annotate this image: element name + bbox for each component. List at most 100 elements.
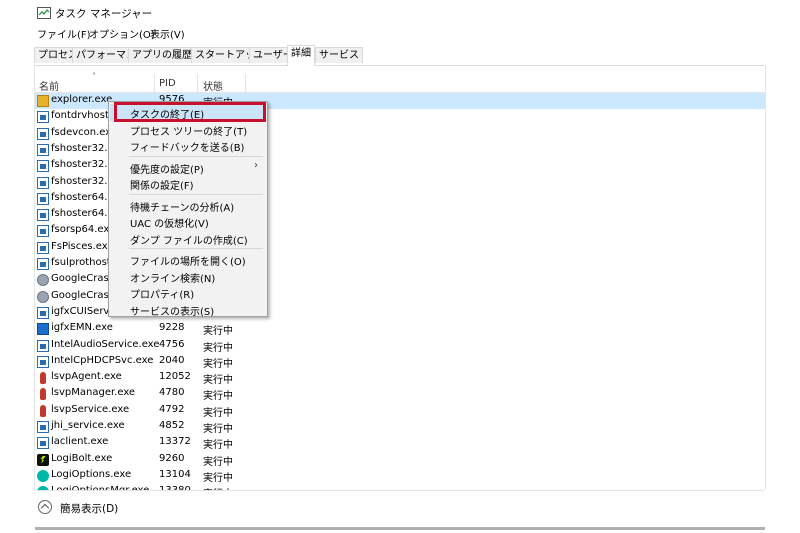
window-icon [37, 192, 49, 205]
process-name: explorer.exe [51, 94, 113, 105]
process-pid: 2040 [159, 354, 185, 366]
table-row[interactable]: lsvpAgent.exe 12052 実行中 [35, 370, 765, 386]
process-name: LogiBolt.exe [51, 452, 113, 464]
process-status: 実行中 [203, 375, 233, 387]
window-title: タスク マネージャー [55, 8, 153, 20]
context-menu-item[interactable]: 優先度の設定(P) › [110, 159, 266, 176]
context-menu-item[interactable]: オンライン検索(N) [110, 268, 266, 285]
gear-icon [37, 290, 49, 303]
title-bar: タスク マネージャー [0, 0, 800, 26]
context-menu-item-label: 優先度の設定(P) [130, 164, 204, 176]
fewer-details-button[interactable]: 簡易表示(D) [60, 501, 118, 516]
process-name: laclient.exe [51, 436, 109, 448]
window-icon [37, 127, 49, 140]
table-row[interactable]: jhi_service.exe 4852 実行中 [35, 419, 765, 435]
context-menu-item[interactable]: ダンプ ファイルの作成(C) [110, 230, 266, 247]
context-menu-item[interactable]: フィードバックを送る(B) [110, 137, 266, 154]
table-row[interactable]: IntelCpHDCPSvc.exe 2040 実行中 [35, 354, 765, 370]
context-menu-item[interactable]: 関係の設定(F) [110, 175, 266, 192]
lsvp-icon [37, 372, 49, 385]
process-status: 実行中 [203, 358, 233, 370]
context-menu-item[interactable]: サービスの表示(S) [110, 301, 266, 318]
window-icon [37, 143, 49, 156]
column-status[interactable]: 状態 [203, 78, 223, 93]
window-icon [37, 225, 49, 238]
tab-details[interactable]: 詳細 [287, 45, 315, 66]
chevron-right-icon: › [254, 159, 258, 171]
context-menu: タスクの終了(E) プロセス ツリーの終了(T) フィードバックを送る(B) 優先度の… [108, 101, 268, 318]
context-menu-item[interactable]: UAC の仮想化(V) [110, 213, 266, 230]
intel-icon [37, 323, 49, 336]
process-pid: 4780 [159, 387, 185, 399]
task-manager-icon [37, 7, 51, 19]
process-name: lsvpAgent.exe [51, 371, 122, 383]
process-pid: 4852 [159, 420, 185, 431]
window-bottom-edge [35, 527, 765, 530]
column-divider[interactable] [154, 74, 155, 92]
process-pid: 12052 [159, 371, 191, 383]
column-header: ˄ 名前 PID 状態 [35, 72, 765, 93]
process-name: GoogleCrash [51, 273, 116, 285]
menu-view[interactable]: 表示(V) [150, 26, 185, 41]
context-menu-item[interactable]: プロセス ツリーの終了(T) [110, 121, 266, 138]
context-menu-item-label: オンライン検索(N) [130, 273, 216, 285]
context-menu-item-label: 待機チェーンの分析(A) [130, 202, 235, 214]
logi-icon [37, 469, 49, 482]
menu-separator [129, 193, 263, 195]
table-row[interactable]: IntelAudioService.exe 4756 実行中 [35, 338, 765, 354]
process-status: 実行中 [203, 456, 233, 468]
menu-separator [129, 155, 263, 157]
process-pid: 13104 [159, 468, 191, 480]
menu-file[interactable]: ファイル(F) [37, 26, 91, 41]
chevron-up-icon[interactable] [38, 500, 52, 514]
process-name: fsorsp64.exe [51, 224, 116, 236]
logibolt-icon [37, 453, 49, 466]
folder-icon [37, 95, 49, 107]
table-row[interactable]: igfxEMN.exe 9228 実行中 [35, 321, 765, 337]
window-icon [37, 160, 49, 173]
process-name: IntelCpHDCPSvc.exe [51, 354, 154, 366]
column-divider[interactable] [197, 74, 198, 92]
table-row[interactable]: LogiOptions.exe 13104 実行中 [35, 468, 765, 484]
context-menu-item-label: UAC の仮想化(V) [130, 219, 209, 230]
table-row[interactable]: lsvpService.exe 4792 実行中 [35, 403, 765, 419]
context-menu-item[interactable]: ファイルの場所を開く(O) [110, 251, 266, 268]
sort-caret-icon: ˄ [92, 72, 96, 81]
window-icon [37, 306, 49, 319]
window-icon [37, 176, 49, 189]
context-menu-item-label: ファイルの場所を開く(O) [130, 257, 246, 268]
table-row[interactable]: lsvpManager.exe 4780 実行中 [35, 386, 765, 402]
lsvp-icon [37, 388, 49, 401]
menu-separator [129, 248, 263, 249]
window-icon [37, 421, 49, 433]
process-pid: 13372 [159, 436, 191, 448]
tab-services[interactable]: サービス [315, 47, 363, 63]
table-row[interactable]: LogiBolt.exe 9260 実行中 [35, 452, 765, 468]
process-name: GoogleCrash [51, 289, 116, 301]
menu-options[interactable]: オプション(O) [89, 26, 155, 41]
context-menu-item[interactable]: 待機チェーンの分析(A) [110, 197, 266, 214]
window-icon [37, 339, 49, 352]
process-name: LogiOptions.exe [51, 468, 132, 480]
process-status: 実行中 [203, 342, 233, 354]
process-status: 実行中 [203, 326, 233, 338]
tab-strip: プロセス パフォーマンス アプリの履歴 スタートアップ ユーザー 詳細 サービス [34, 45, 764, 66]
column-name[interactable]: 名前 [39, 78, 59, 93]
process-name: fsulprothoste [51, 257, 117, 268]
context-menu-item[interactable]: プロパティ(R) [110, 284, 266, 301]
tab-app-history[interactable]: アプリの履歴 [128, 47, 196, 63]
column-pid[interactable]: PID [159, 78, 176, 89]
process-name: FsPisces.exe [51, 240, 114, 252]
window-icon [37, 111, 49, 124]
window-icon [37, 209, 49, 222]
process-pid: 4756 [159, 338, 185, 350]
process-name: fontdrvhost [51, 110, 109, 122]
table-row[interactable]: laclient.exe 13372 実行中 [35, 435, 765, 451]
column-divider[interactable] [245, 74, 246, 92]
process-pid: 9260 [159, 452, 185, 464]
process-pid: 4792 [159, 403, 185, 415]
context-menu-item-label: ダンプ ファイルの作成(C) [130, 235, 248, 247]
process-pid: 9228 [159, 322, 185, 334]
gear-icon [37, 274, 49, 287]
context-menu-item-label: プロセス ツリーの終了(T) [130, 126, 248, 138]
